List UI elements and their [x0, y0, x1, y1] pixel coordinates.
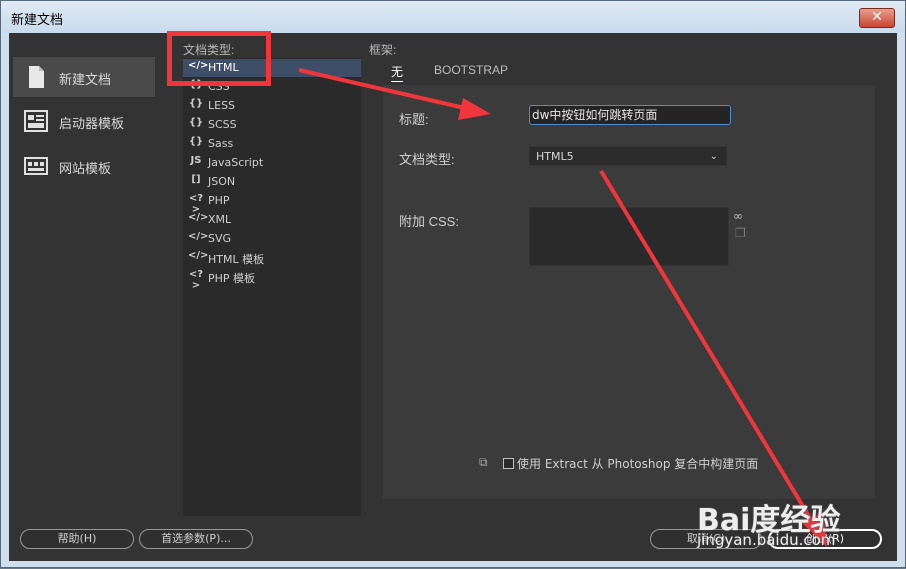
annotation-arrows: [298, 68, 827, 547]
dialog-window: 新建文档 ✕ 新建文档 启动器模板 网站模板 文档类型: </> HTML {}…: [0, 0, 906, 568]
watermark-url: jingyan.baidu.com: [697, 531, 836, 549]
watermark: Bai度经验 jingyan.baidu.com: [697, 491, 897, 561]
